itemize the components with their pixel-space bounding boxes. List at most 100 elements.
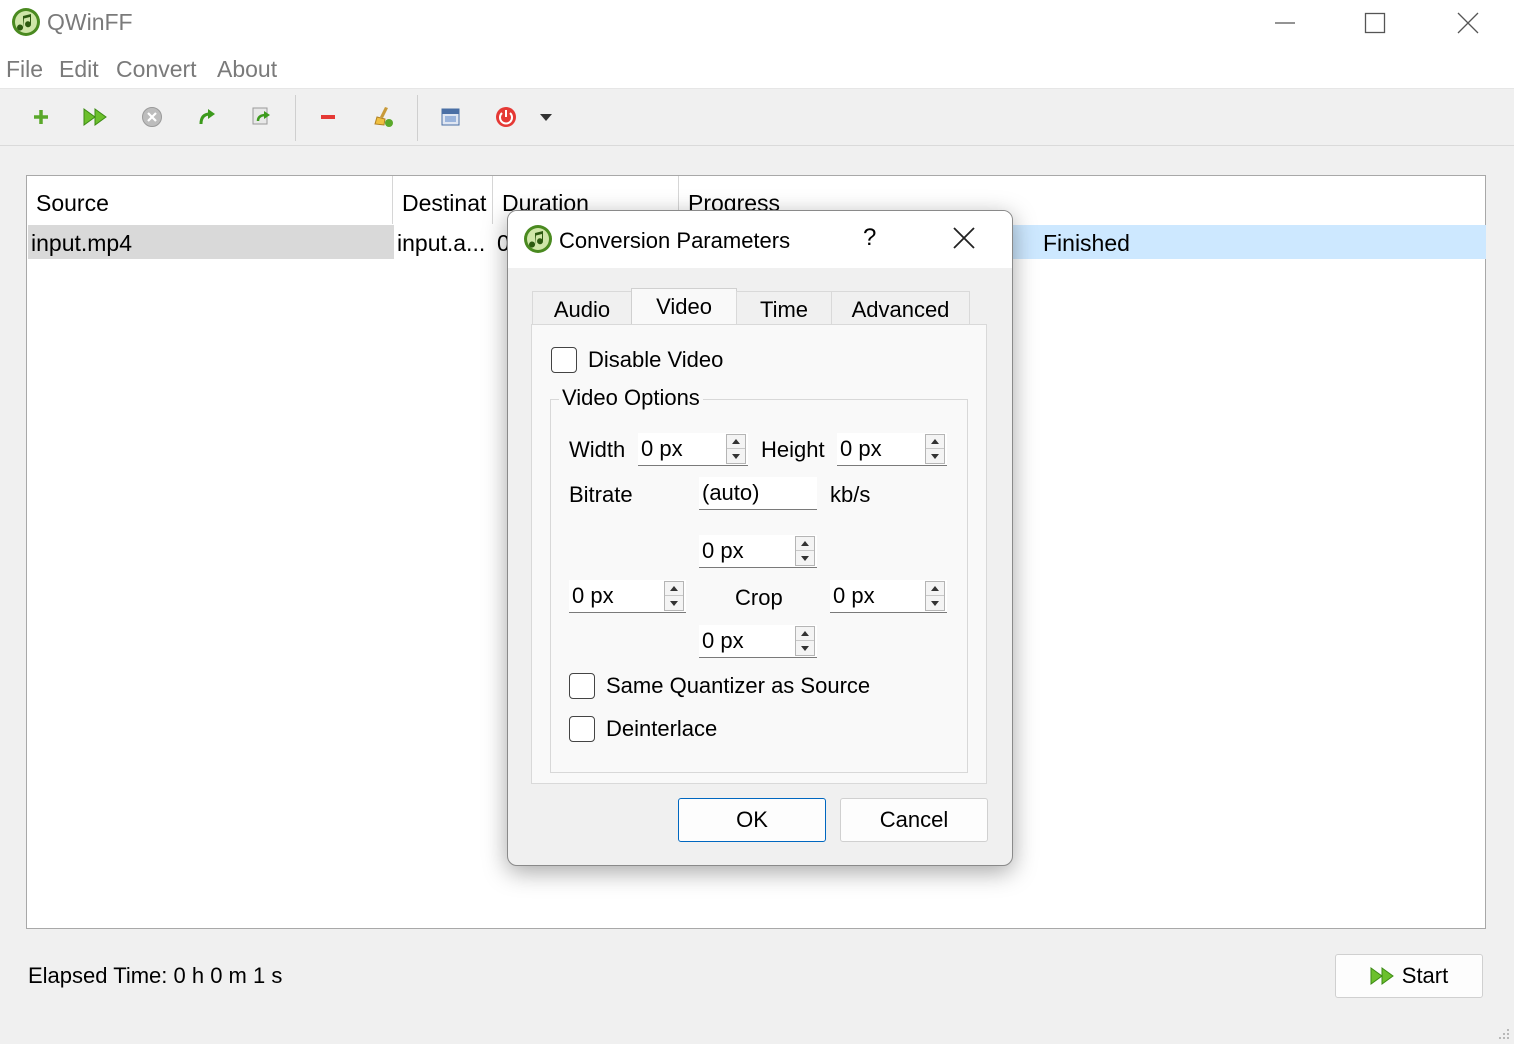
open-folder-button[interactable] <box>435 101 467 133</box>
fast-forward-icon <box>83 108 107 126</box>
elapsed-time: Elapsed Time: 0 h 0 m 1 s <box>28 963 283 988</box>
close-icon <box>1457 12 1479 34</box>
maximize-icon <box>1364 12 1386 34</box>
width-value: 0 px <box>641 436 683 461</box>
group-title: Video Options <box>559 385 703 411</box>
crop-bottom-spinbox[interactable]: 0 px <box>699 625 817 658</box>
retry-icon <box>252 107 270 125</box>
title-bar: QWinFF <box>0 0 1514 46</box>
column-header-destination[interactable]: Destinat <box>393 176 493 224</box>
folder-icon <box>441 108 460 126</box>
menu-convert[interactable]: Convert <box>116 56 197 83</box>
crop-top-spin-arrows[interactable] <box>795 536 815 566</box>
spin-down-icon[interactable] <box>665 596 683 610</box>
spin-up-icon[interactable] <box>665 582 683 596</box>
spin-down-icon[interactable] <box>727 449 745 463</box>
column-header-source[interactable]: Source <box>27 176 393 224</box>
crop-right-spin-arrows[interactable] <box>925 581 945 611</box>
height-label: Height <box>761 437 825 462</box>
same-quantizer-label: Same Quantizer as Source <box>606 673 871 698</box>
spin-down-icon[interactable] <box>926 449 944 463</box>
dialog-title: Conversion Parameters <box>559 228 791 253</box>
width-spinbox[interactable]: 0 px <box>638 433 748 466</box>
crop-left-spinbox[interactable]: 0 px <box>569 580 686 613</box>
stop-button[interactable] <box>136 101 168 133</box>
bitrate-input[interactable]: (auto) <box>699 477 817 510</box>
clear-icon <box>374 107 393 127</box>
menu-bar: File Edit Convert About <box>0 46 1514 88</box>
remove-icon <box>321 115 335 119</box>
tab-audio[interactable]: Audio <box>532 291 632 325</box>
same-quantizer-checkbox[interactable] <box>569 673 595 699</box>
minimize-button[interactable] <box>1240 0 1330 46</box>
ok-button[interactable]: OK <box>678 798 826 842</box>
video-tab-pane: Disable Video Video Options Width 0 px H… <box>531 324 987 784</box>
tab-advanced[interactable]: Advanced <box>831 291 970 325</box>
add-icon <box>34 110 48 124</box>
toolbar-separator <box>417 95 418 141</box>
toolbar <box>0 88 1514 146</box>
start-conversion-button[interactable] <box>80 101 112 133</box>
toolbar-separator <box>295 95 296 141</box>
minimize-icon <box>1275 22 1295 24</box>
dialog-title-bar: Conversion Parameters ? <box>508 211 1012 268</box>
height-spin-arrows[interactable] <box>925 434 945 464</box>
crop-top-value: 0 px <box>702 538 744 563</box>
crop-right-value: 0 px <box>833 583 875 608</box>
crop-bottom-spin-arrows[interactable] <box>795 626 815 656</box>
bitrate-unit: kb/s <box>830 482 871 507</box>
retry-button[interactable] <box>191 101 223 133</box>
disable-video-checkbox[interactable] <box>551 347 577 373</box>
dropdown-arrow-icon <box>540 114 552 121</box>
help-button[interactable]: ? <box>863 224 876 252</box>
tab-video[interactable]: Video <box>631 288 737 325</box>
width-spin-arrows[interactable] <box>726 434 746 464</box>
cell-source: input.mp4 <box>28 225 394 259</box>
remove-button[interactable] <box>312 101 344 133</box>
spin-down-icon[interactable] <box>796 551 814 565</box>
spin-down-icon[interactable] <box>796 641 814 655</box>
qwinff-logo-icon <box>524 225 552 253</box>
deinterlace-checkbox[interactable] <box>569 716 595 742</box>
shutdown-button[interactable] <box>490 101 522 133</box>
video-options-group: Video Options Width 0 px Height 0 px Bit… <box>550 385 968 773</box>
spin-down-icon[interactable] <box>926 596 944 610</box>
spin-up-icon[interactable] <box>926 582 944 596</box>
menu-edit[interactable]: Edit <box>59 56 99 83</box>
clear-list-button[interactable] <box>368 101 400 133</box>
crop-right-spinbox[interactable]: 0 px <box>830 580 947 613</box>
spin-up-icon[interactable] <box>796 627 814 641</box>
crop-bottom-value: 0 px <box>702 628 744 653</box>
close-button[interactable] <box>1423 0 1513 46</box>
resize-grip-icon[interactable] <box>1498 1028 1510 1040</box>
fast-forward-icon <box>1370 967 1394 985</box>
cell-destination: input.a... <box>394 225 494 259</box>
power-icon <box>496 107 516 127</box>
tab-time[interactable]: Time <box>736 291 832 325</box>
menu-file[interactable]: File <box>6 56 43 83</box>
start-button-label: Start <box>1401 963 1449 988</box>
bitrate-label: Bitrate <box>569 482 633 507</box>
window-title: QWinFF <box>47 9 133 35</box>
conversion-parameters-dialog: Conversion Parameters ? Audio Video Time… <box>507 210 1013 866</box>
cancel-button[interactable]: Cancel <box>840 798 988 842</box>
retry-all-button[interactable] <box>246 101 278 133</box>
crop-top-spinbox[interactable]: 0 px <box>699 535 817 568</box>
add-files-button[interactable] <box>25 101 57 133</box>
shutdown-dropdown-button[interactable] <box>530 101 562 133</box>
spin-up-icon[interactable] <box>727 435 745 449</box>
width-label: Width <box>569 437 626 462</box>
dialog-close-icon[interactable] <box>951 225 977 251</box>
height-spinbox[interactable]: 0 px <box>837 433 947 466</box>
qwinff-logo-icon <box>12 8 40 36</box>
crop-left-value: 0 px <box>572 583 614 608</box>
start-button[interactable]: Start <box>1335 954 1483 998</box>
menu-about[interactable]: About <box>217 56 277 83</box>
spin-up-icon[interactable] <box>926 435 944 449</box>
disable-video-label: Disable Video <box>588 347 724 372</box>
deinterlace-label: Deinterlace <box>606 716 718 741</box>
maximize-button[interactable] <box>1330 0 1420 46</box>
crop-left-spin-arrows[interactable] <box>664 581 684 611</box>
spin-up-icon[interactable] <box>796 537 814 551</box>
stop-icon <box>142 107 162 127</box>
